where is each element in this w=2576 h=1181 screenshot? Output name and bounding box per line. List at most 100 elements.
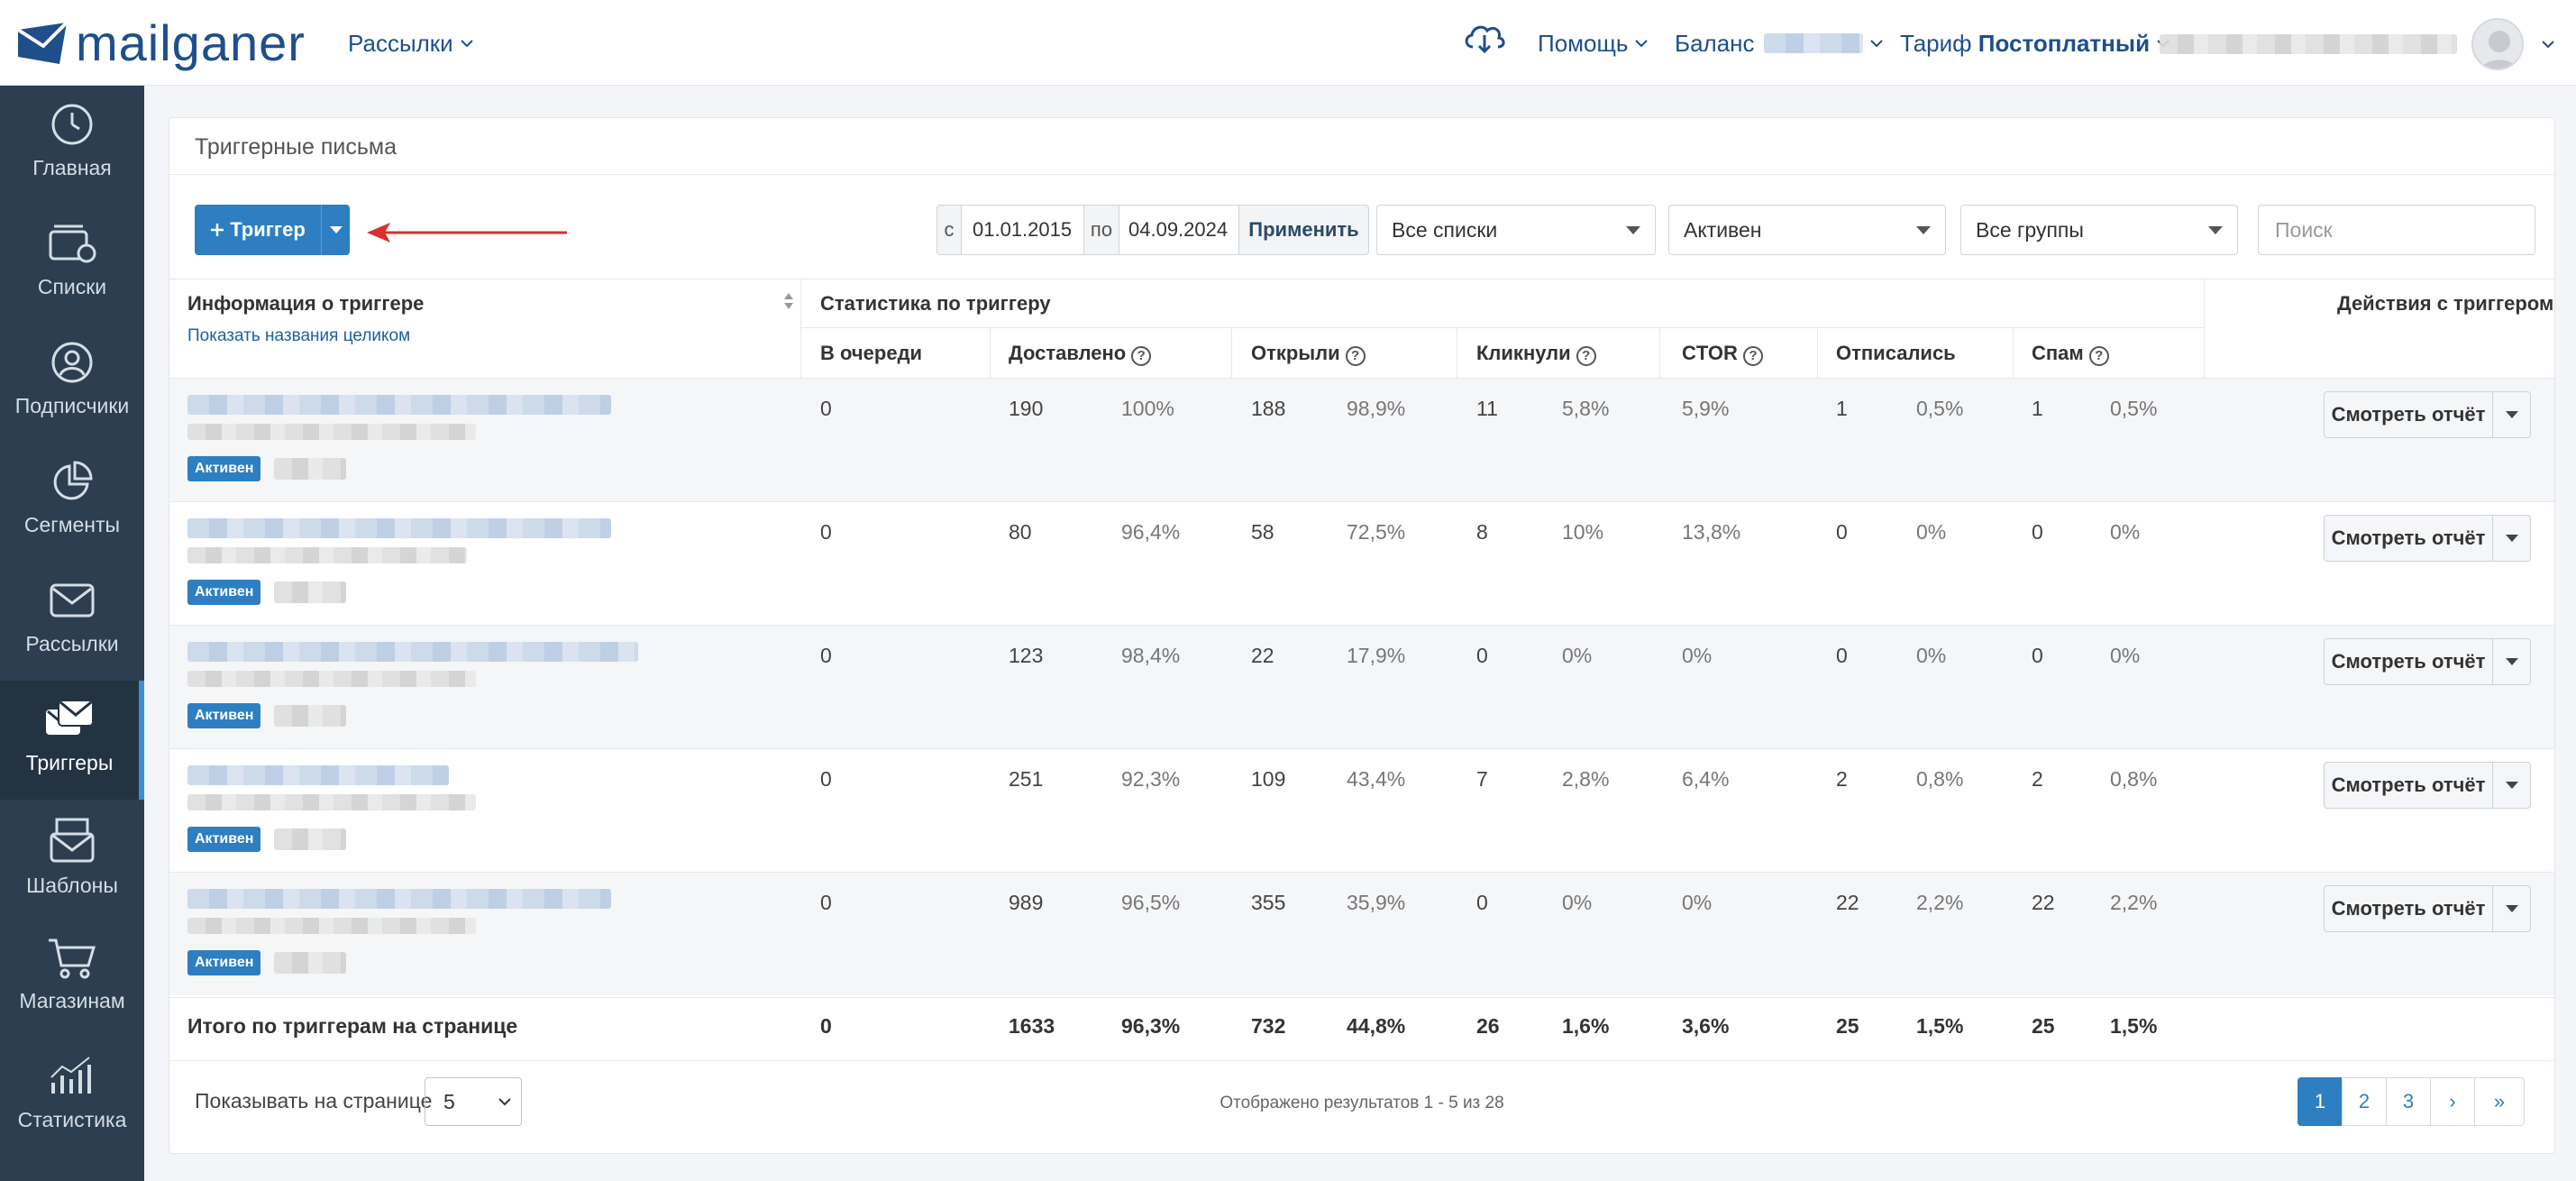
caret-down-icon (2505, 411, 2518, 418)
sort-icon[interactable] (782, 290, 795, 312)
trigger-name-redacted[interactable] (187, 765, 449, 785)
stats-header: Статистика по триггеру (820, 292, 1051, 315)
report-dropdown-button[interactable] (2493, 391, 2531, 438)
trigger-list-redacted (187, 547, 467, 563)
total-opened-pct: 44,8% (1347, 1014, 1406, 1038)
nav-mailings[interactable]: Рассылки (348, 25, 473, 61)
cell-queued: 0 (820, 767, 832, 791)
total-clicked: 26 (1476, 1014, 1500, 1038)
search-input[interactable]: Поиск (2258, 205, 2535, 255)
sidebar-item-subscribers[interactable]: Подписчики (0, 324, 144, 443)
help-icon[interactable]: ? (1576, 346, 1596, 366)
trigger-name-redacted[interactable] (187, 889, 611, 909)
trigger-name-redacted[interactable] (187, 395, 611, 415)
col-clicked: Кликнули? (1476, 342, 1596, 366)
cell-ctor: 0% (1682, 644, 1713, 667)
status-select[interactable]: Активен (1668, 205, 1946, 255)
avatar[interactable] (2471, 18, 2524, 70)
date-to-input[interactable]: 04.09.2024 (1119, 205, 1239, 255)
sidebar-item-home[interactable]: Главная (0, 86, 144, 205)
nav-help[interactable]: Помощь (1538, 25, 1649, 61)
cell-clicked-pct: 0% (1562, 644, 1593, 667)
lists-select[interactable]: Все списки (1376, 205, 1656, 255)
info-header[interactable]: Информация о триггере (187, 292, 424, 316)
help-icon[interactable]: ? (2088, 346, 2109, 366)
next-page-button[interactable]: › (2430, 1077, 2475, 1126)
add-trigger-button[interactable]: Триггер (195, 205, 350, 255)
report-dropdown-button[interactable] (2493, 515, 2531, 562)
sidebar-item-lists[interactable]: Списки (0, 205, 144, 324)
date-from-prefix: с (936, 205, 962, 255)
nav-balance[interactable]: Баланс (1675, 25, 1883, 61)
trigger-name-redacted[interactable] (187, 518, 611, 538)
col-unsubscribed: Отписались (1836, 342, 1956, 364)
groups-select[interactable]: Все группы (1960, 205, 2238, 255)
cloud-download-button[interactable] (1462, 20, 1507, 56)
page-2-button[interactable]: 2 (2342, 1077, 2387, 1126)
cell-unsub: 2 (1836, 767, 1848, 791)
help-icon[interactable]: ? (1131, 346, 1152, 366)
cell-opened-pct: 17,9% (1347, 644, 1406, 667)
sidebar-item-label: Рассылки (25, 632, 119, 655)
divider (2204, 279, 2205, 380)
mail-logo-icon (16, 21, 69, 64)
account-name-redacted[interactable] (2160, 34, 2457, 54)
page-1-button[interactable]: 1 (2297, 1077, 2343, 1126)
cell-clicked-pct: 10% (1562, 520, 1604, 544)
view-report-button[interactable]: Смотреть отчёт (2324, 515, 2493, 562)
view-report-button[interactable]: Смотреть отчёт (2324, 885, 2493, 932)
help-icon[interactable]: ? (1345, 346, 1366, 366)
view-report-button[interactable]: Смотреть отчёт (2324, 762, 2493, 809)
cell-unsub: 1 (1836, 397, 1848, 420)
divider (169, 997, 2554, 998)
cell-opened: 109 (1251, 767, 1286, 791)
chevron-down-icon[interactable] (2542, 40, 2554, 49)
sidebar-item-label: Статистика (17, 1108, 127, 1131)
cell-unsub-pct: 0% (1916, 520, 1947, 544)
results-summary: Отображено результатов 1 - 5 из 28 (1219, 1094, 1504, 1112)
sidebar-item-segments[interactable]: Сегменты (0, 443, 144, 562)
sidebar-item-mailings[interactable]: Рассылки (0, 562, 144, 681)
trigger-name-redacted[interactable] (187, 642, 638, 662)
view-report-button[interactable]: Смотреть отчёт (2324, 638, 2493, 685)
show-names-link[interactable]: Показать названия целиком (187, 326, 410, 346)
col-spam: Спам? (2032, 342, 2109, 366)
caret-down-icon (2208, 226, 2223, 234)
trigger-list-redacted (187, 671, 476, 687)
report-dropdown-button[interactable] (2493, 762, 2531, 809)
actions-header: Действия с триггером (2337, 292, 2554, 315)
apply-button[interactable]: Применить (1238, 205, 1369, 255)
cell-spam-pct: 0% (2110, 520, 2141, 544)
cell-delivered-pct: 100% (1121, 397, 1174, 420)
nav-tariff[interactable]: Тариф Постоплатный (1900, 25, 2170, 61)
status-badge: Активен (187, 950, 261, 975)
sidebar-item-templates[interactable]: Шаблоны (0, 800, 144, 919)
cell-clicked: 0 (1476, 891, 1488, 914)
report-dropdown-button[interactable] (2493, 638, 2531, 685)
help-icon[interactable]: ? (1742, 346, 1763, 366)
stats-icon (50, 1057, 91, 1094)
total-spam: 25 (2032, 1014, 2055, 1038)
last-page-button[interactable]: » (2474, 1077, 2525, 1126)
page-3-button[interactable]: 3 (2386, 1077, 2431, 1126)
top-bar: mailganer Рассылки Помощь Баланс Тариф П… (0, 0, 2576, 86)
nav-tariff-value: Постоплатный (1978, 29, 2151, 57)
status-badge: Активен (187, 456, 261, 481)
add-trigger-dropdown[interactable] (321, 205, 350, 255)
divider (169, 1060, 2554, 1061)
sidebar-item-stores[interactable]: Магазинам (0, 919, 144, 1038)
add-trigger-main[interactable]: Триггер (195, 205, 321, 255)
table-row: Активен 0 251 92,3% 109 43,4% 7 2,8% 6,4% 2 0,8% 2 0… (169, 748, 2554, 872)
avatar-icon (2481, 31, 2517, 69)
report-dropdown-button[interactable] (2493, 885, 2531, 932)
sidebar-item-statistics[interactable]: Статистика (0, 1038, 144, 1157)
logo[interactable]: mailganer (16, 16, 306, 70)
view-report-button[interactable]: Смотреть отчёт (2324, 391, 2493, 438)
cell-delivered-pct: 96,4% (1121, 520, 1181, 544)
total-unsubscribed: 25 (1836, 1014, 1859, 1038)
chevron-down-icon (460, 40, 473, 48)
divider (169, 174, 2554, 175)
add-trigger-label: Триггер (230, 218, 306, 241)
date-from-input[interactable]: 01.01.2015 (961, 205, 1084, 255)
sidebar-item-triggers[interactable]: Триггеры (0, 681, 144, 800)
